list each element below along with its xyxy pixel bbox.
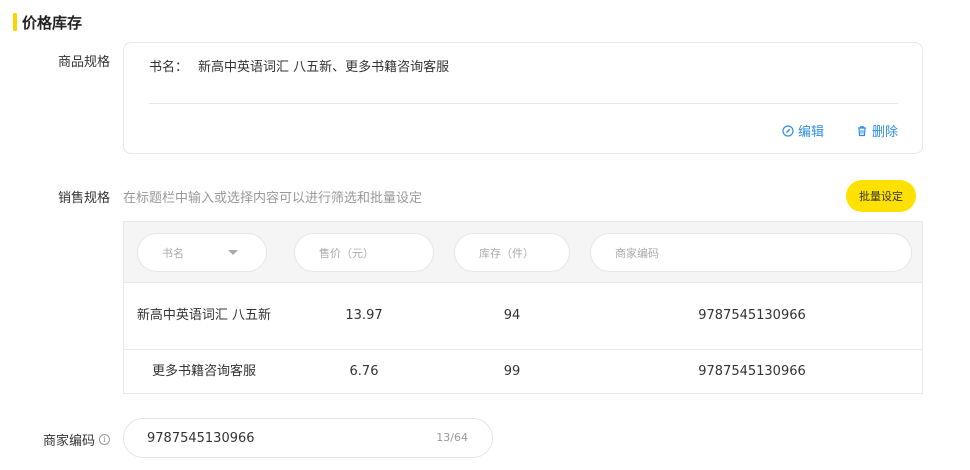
cell-price[interactable]: 6.76 (284, 350, 444, 394)
merchant-code-label: 商家编码 (42, 434, 95, 449)
chevron-down-icon (228, 250, 238, 255)
filter-price-label: 售价（元） (319, 246, 374, 260)
product-spec-label: 商品规格 (57, 55, 110, 70)
edit-button[interactable]: 编辑 (782, 121, 824, 140)
edit-icon (782, 124, 794, 137)
spec-actions: 编辑 删除 (782, 121, 898, 140)
filter-stock-label: 库存（件） (479, 246, 534, 260)
spec-line: 书名： 新高中英语词汇 八五新、更多书籍咨询客服 (149, 56, 449, 75)
filter-name-select[interactable]: 书名 (137, 233, 267, 272)
cell-stock[interactable]: 99 (444, 350, 580, 394)
info-icon[interactable]: i (99, 434, 110, 445)
filter-stock-input[interactable]: 库存（件） (454, 233, 570, 272)
table-header: 书名 售价（元） 库存（件） 商家编码 (124, 222, 922, 283)
trash-icon (857, 125, 866, 136)
merchant-code-label-row: 商家编码 i (10, 430, 110, 449)
cell-name: 更多书籍咨询客服 (151, 364, 256, 379)
section-accent-bar (13, 13, 17, 31)
sales-spec-table: 书名 售价（元） 库存（件） 商家编码 新高中英语词汇 八五新 13.97 94… (123, 221, 923, 394)
char-count: 13/64 (436, 431, 468, 444)
batch-set-button[interactable]: 批量设定 (846, 180, 916, 212)
filter-code-label: 商家编码 (615, 246, 659, 260)
section-header: 价格库存 (13, 12, 82, 32)
section-title: 价格库存 (22, 13, 83, 32)
filter-name-label: 书名 (162, 246, 184, 260)
merchant-code-field: 13/64 (123, 418, 493, 458)
merchant-code-input[interactable] (147, 428, 427, 448)
product-spec-box: 书名： 新高中英语词汇 八五新、更多书籍咨询客服 编辑 删除 (123, 42, 923, 154)
delete-label: 删除 (871, 125, 898, 140)
cell-stock[interactable]: 94 (444, 283, 580, 349)
spec-value: 新高中英语词汇 八五新、更多书籍咨询客服 (198, 60, 450, 75)
cell-price[interactable]: 13.97 (284, 283, 444, 349)
cell-code[interactable]: 9787545130966 (580, 283, 924, 349)
cell-code[interactable]: 9787545130966 (580, 350, 924, 394)
table-row: 更多书籍咨询客服 6.76 99 9787545130966 (124, 350, 922, 394)
cell-name: 新高中英语词汇 八五新 (136, 308, 272, 323)
sales-spec-hint: 在标题栏中输入或选择内容可以进行筛选和批量设定 (123, 191, 423, 206)
delete-button[interactable]: 删除 (856, 121, 898, 140)
table-row: 新高中英语词汇 八五新 13.97 94 9787545130966 (124, 283, 922, 350)
spec-key: 书名： (149, 60, 189, 75)
sales-spec-label: 销售规格 (57, 191, 110, 206)
filter-code-input[interactable]: 商家编码 (590, 233, 912, 272)
spec-divider (149, 103, 898, 104)
filter-price-input[interactable]: 售价（元） (294, 233, 434, 272)
edit-label: 编辑 (797, 125, 824, 140)
